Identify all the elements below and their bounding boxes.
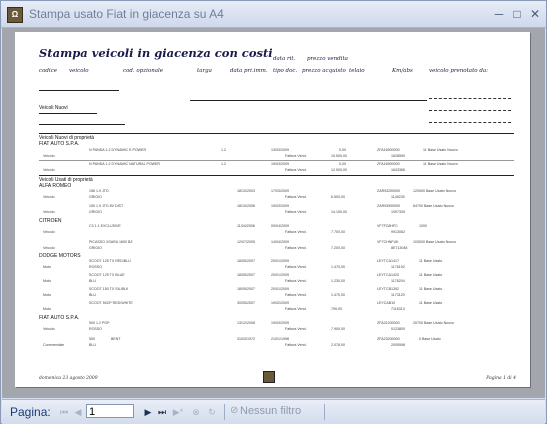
- title-bar: Ω Stampa usato Fiat in giacenza su A4 ─ …: [1, 1, 546, 28]
- prenotato-line: [429, 122, 511, 123]
- header-veicolo-prenotato: veicolo prenotato da:: [429, 68, 489, 74]
- maximize-icon[interactable]: □: [509, 6, 525, 22]
- table-row: Veicolo Fattura Vend. 12.500,00 1643366: [43, 168, 405, 172]
- refresh-icon[interactable]: ↻: [206, 405, 218, 419]
- header-rule-mid: [190, 100, 427, 101]
- app-icon[interactable]: Ω: [7, 7, 23, 23]
- close-icon[interactable]: ✕: [527, 6, 543, 22]
- footer-logo-icon: [263, 371, 275, 383]
- header-rule-left: [39, 90, 119, 91]
- header-telaio: telaio: [349, 68, 365, 74]
- new-record-icon[interactable]: ▶*: [172, 405, 184, 419]
- footer-date: domenica 23 agosto 2009: [39, 376, 98, 381]
- header-data-pri-imm: data pri.imm.: [230, 68, 268, 74]
- header-prezzo-acquisto: prezzo acquisto: [302, 68, 346, 74]
- table-row: Moto Fattura Vend. 799,00 7116313: [43, 307, 405, 311]
- header-targa: targa: [197, 68, 212, 74]
- report-page: Stampa veicoli in giacenza con costi dat…: [15, 32, 530, 387]
- section-rule: [39, 113, 97, 114]
- stop-icon[interactable]: ⊗: [190, 405, 202, 419]
- header-data-rit: data rit.: [273, 56, 296, 62]
- prenotato-line: [429, 110, 511, 111]
- separator: [324, 404, 325, 420]
- section-rule: [39, 175, 514, 176]
- prenotato-line: [429, 98, 511, 99]
- header-cod-opzionale: cod. opzionale: [123, 68, 164, 74]
- window-title: Stampa usato Fiat in giacenza su A4: [29, 7, 224, 21]
- section-rule: [39, 124, 125, 125]
- table-row: Veicolo GRIGIO Fattura Vend. 14.150,00 10973…: [43, 210, 405, 214]
- header-codice: codice: [39, 68, 58, 74]
- header-prezzo-vendita: prezzo vendita: [307, 56, 348, 62]
- window: Ω Stampa usato Fiat in giacenza su A4 ─ …: [0, 0, 547, 424]
- next-page-icon[interactable]: ▶: [142, 405, 154, 419]
- page-number-input[interactable]: 1: [86, 404, 134, 418]
- section-label: FIAT AUTO S.P.A.: [39, 141, 80, 147]
- table-row: Commerciale BLU Fattura Vend. 2.078,00 20055…: [43, 343, 405, 347]
- section-rule: [39, 133, 514, 134]
- last-page-icon[interactable]: ⏭: [156, 405, 168, 419]
- section-label: Veicoli Nuovi: [39, 105, 68, 111]
- no-filter-icon[interactable]: ⊘: [230, 405, 238, 416]
- previous-page-icon[interactable]: ◀: [72, 405, 84, 419]
- report-title: Stampa veicoli in giacenza con costi: [39, 46, 273, 60]
- footer-page: Pagina 1 di 4: [486, 376, 516, 381]
- page-label: Pagina:: [10, 405, 51, 419]
- header-km: Km/abs: [392, 68, 413, 74]
- minimize-icon[interactable]: ─: [491, 6, 507, 22]
- first-page-icon[interactable]: ⏮: [58, 405, 70, 419]
- header-tipo-doc: tipo doc.: [273, 68, 298, 74]
- row-rule: [39, 160, 514, 161]
- table-row: Veicolo GRIGIO Fattura Vend. 7.200,00 8E7130…: [43, 246, 408, 250]
- report-preview-area[interactable]: Stampa veicoli in giacenza con costi dat…: [2, 28, 545, 398]
- header-veicolo: veicolo: [69, 68, 89, 74]
- filter-status[interactable]: Nessun filtro: [240, 405, 301, 417]
- separator: [224, 404, 225, 420]
- record-navigation-bar: Pagina: ⏮ ◀ 1 ▶ ⏭ ▶* ⊗ ↻ ⊘ Nessun filtro: [2, 399, 545, 424]
